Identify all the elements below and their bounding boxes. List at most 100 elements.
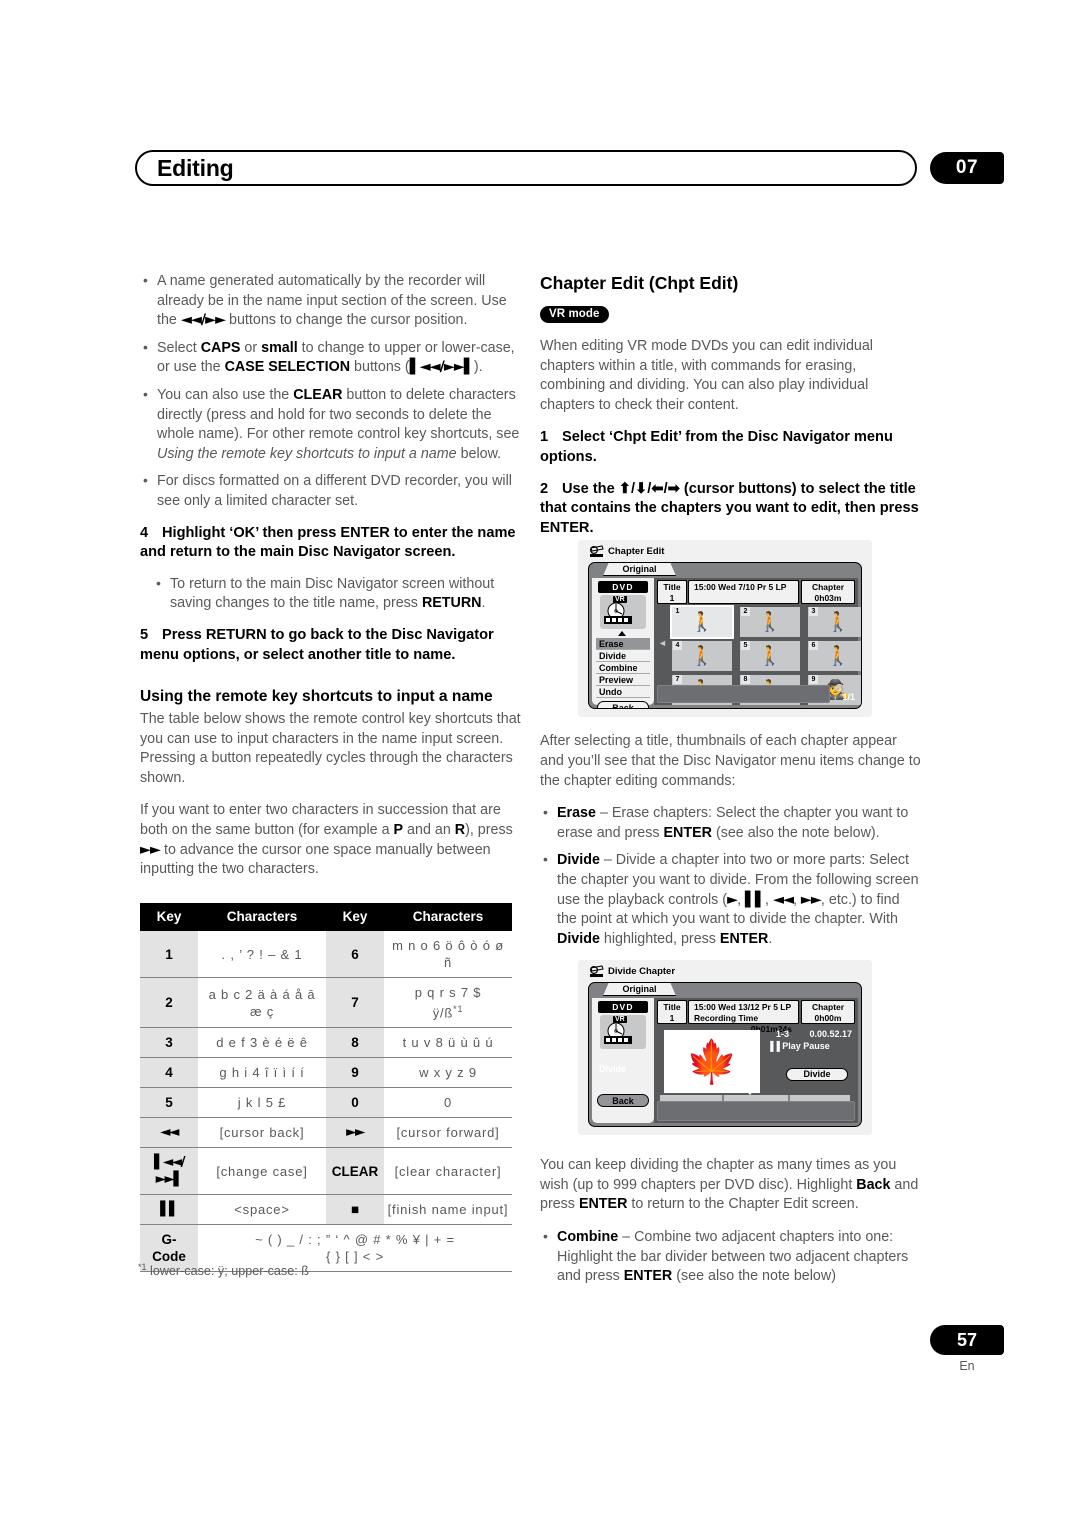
col-header-key-1: Key	[140, 903, 198, 931]
tv-frame: Original DVD VR Erase Divide Combine Pre…	[588, 562, 862, 709]
chars-cell: m n o 6 ö ô ò ó ø ñ	[384, 931, 512, 978]
page-title: Editing	[157, 155, 234, 181]
back-button[interactable]: Back	[597, 701, 649, 708]
thumbnail-2[interactable]: 2 🚶	[740, 607, 800, 637]
key-cell-cursor-forward: ►►	[326, 1117, 384, 1149]
step-2-number: 2	[540, 480, 549, 497]
step-2-text: Use the ⬆/⬇/⬅/➡ (cursor buttons) to sele…	[540, 480, 919, 536]
right-column: Chapter Edit (Chpt Edit) VR mode When ed…	[540, 272, 922, 1299]
walk-figure-icon: 🚶	[758, 645, 782, 667]
vr-disc-icon: VR	[600, 1015, 646, 1049]
chapter-label: Chapter	[811, 582, 845, 592]
chapter-number-badge: 07	[930, 152, 1004, 184]
key-cell: 4	[140, 1057, 198, 1089]
scroll-up-caret-icon[interactable]	[618, 631, 626, 636]
step-2: 2 Use the ⬆/⬇/⬅/➡ (cursor buttons) to sel…	[540, 480, 922, 539]
combine-label: Combine	[557, 1229, 619, 1246]
paragraph-table-intro: The table below shows the remote control…	[140, 711, 521, 786]
paragraph-after-selecting: After selecting a title, thumbnails of e…	[540, 733, 921, 789]
key-cell-pause: ▌▌	[140, 1194, 198, 1226]
screenshot-divide-chapter: Divide Chapter Original DVD VR Divide Ba…	[578, 960, 872, 1135]
step-4-text: Highlight ‘OK’ then press ENTER to enter…	[140, 524, 516, 561]
col-header-characters-1: Characters	[198, 903, 326, 931]
chars-cell: [change case]	[198, 1147, 326, 1196]
screenshot-title: Divide Chapter	[608, 966, 676, 977]
chars-cell: t u v 8 ü ù û ú	[384, 1027, 512, 1059]
list-item-divide: Divide – Divide a chapter into two or mo…	[540, 850, 922, 949]
step-5-text: Press RETURN to go back to the Disc Navi…	[140, 626, 494, 663]
walk-figure-icon: 🚶	[690, 645, 714, 667]
list-item: For discs formatted on a different DVD r…	[140, 471, 522, 511]
key-cell: 1	[140, 931, 198, 978]
key-cell: 5	[140, 1087, 198, 1119]
key-cell: 8	[326, 1027, 384, 1059]
page-footer: 57 En	[930, 1325, 1004, 1373]
vr-tag: VR	[613, 1016, 627, 1023]
thumbnail-5[interactable]: 5 🚶	[740, 641, 800, 671]
section-heading-chapter-edit: Chapter Edit (Chpt Edit)	[540, 273, 739, 293]
page-header: Editing 07	[135, 150, 1004, 188]
sub-heading-remote-shortcuts: Using the remote key shortcuts to input …	[140, 688, 493, 706]
menu-item-preview[interactable]: Preview	[596, 674, 650, 686]
thumbnail-3[interactable]: 3 🚶	[808, 607, 861, 637]
walk-figure-icon: 🚶	[758, 611, 782, 633]
title-label: Title	[663, 582, 681, 592]
menu-item-erase[interactable]: Erase	[596, 638, 650, 650]
col-header-key-2: Key	[326, 903, 384, 931]
tab-original[interactable]: Original	[603, 983, 676, 996]
walk-figure-icon: 🚶	[690, 611, 714, 633]
key-cell-change-case: ▌◄◄/►►▌	[140, 1147, 198, 1196]
step-4-bullets: To return to the main Disc Navigator scr…	[140, 574, 522, 614]
vr-mode-badge: VR mode	[540, 305, 609, 323]
chapter-indicator: Chapter 0h03m	[801, 580, 855, 604]
chars-cell: p q r s 7 $ ÿ/ß*1	[384, 977, 512, 1029]
page-number-badge: 57	[930, 1325, 1004, 1355]
chapter-command-list: Erase – Erase chapters: Select the chapt…	[540, 803, 922, 949]
thumbnail-6[interactable]: 6 🚶	[808, 641, 861, 671]
thumbnail-4[interactable]: 4 🚶	[672, 641, 732, 671]
timecode-display: 0.00.52.17	[809, 1029, 852, 1039]
step-1-text: Select ‘Chpt Edit’ from the Disc Navigat…	[540, 429, 893, 465]
paragraph-chapter-edit-intro: When editing VR mode DVDs you can edit i…	[540, 338, 873, 413]
thumbnail-1[interactable]: 1 🚶	[670, 605, 734, 639]
chapter-divider-bar[interactable]	[657, 685, 830, 703]
table-row: 4 g h i 4 î ï ì í í 9 w x y z 9	[140, 1057, 512, 1089]
step-5-number: 5	[140, 626, 149, 643]
step-1: 1 Select ‘Chpt Edit’ from the Disc Naviga…	[540, 428, 922, 467]
paragraph-keep-dividing: You can keep dividing the chapter as man…	[540, 1157, 919, 1213]
title-value: 1	[669, 1013, 675, 1023]
tv-frame: Original DVD VR Divide Back Title 1 15:0…	[588, 982, 862, 1127]
key-cell: 3	[140, 1027, 198, 1059]
chars-cell: 0	[384, 1087, 512, 1119]
recording-info: 15:00 Wed 7/10 Pr 5 LP	[688, 580, 799, 604]
back-button[interactable]: Back	[597, 1094, 649, 1107]
divide-button[interactable]: Divide	[786, 1068, 848, 1081]
combine-command-list: Combine – Combine two adjacent chapters …	[540, 1227, 922, 1287]
list-item: You can also use the CLEAR button to del…	[140, 385, 522, 464]
menu-item-divide[interactable]: Divide	[596, 650, 650, 662]
menu-item-divide[interactable]: Divide	[596, 1062, 654, 1076]
menu-item-combine[interactable]: Combine	[596, 662, 650, 674]
chapter-preview-image: 🍁	[664, 1030, 760, 1093]
info-bar: Title 1 15:00 Wed 7/10 Pr 5 LP Chapter 0…	[657, 580, 855, 604]
chars-cell: a b c 2 ä à á å āæ ç	[198, 977, 326, 1029]
dvd-logo: DVD	[598, 1001, 648, 1013]
content-area: Title 1 15:00 Wed 13/12 Pr 5 LP Recordin…	[654, 998, 858, 1123]
table-row: 5 j k l 5 £ 0 0	[140, 1087, 512, 1119]
recording-info: 15:00 Wed 13/12 Pr 5 LP Recording Time 0…	[688, 1000, 799, 1034]
title-value: 1	[669, 593, 675, 603]
chapter-time: 0h03m	[814, 593, 842, 603]
side-panel: DVD VR Erase Divide Combine Preview Undo…	[592, 578, 654, 708]
table-row: ◄◄ [cursor back] ►► [cursor forward]	[140, 1117, 512, 1149]
list-item: Select CAPS or small to change to upper …	[140, 338, 522, 378]
playback-state-label: ▐▐ Play Pause	[767, 1041, 830, 1051]
tab-original[interactable]: Original	[603, 563, 676, 576]
list-item-erase: Erase – Erase chapters: Select the chapt…	[540, 803, 922, 843]
chapter-range-indicator: 1-3	[776, 1029, 790, 1039]
erase-label: Erase	[557, 805, 596, 822]
key-cell: 2	[140, 977, 198, 1029]
key-cell: 9	[326, 1057, 384, 1089]
menu-item-undo[interactable]: Undo	[596, 686, 650, 698]
maple-leaf-icon: 🍁	[685, 1037, 739, 1085]
chapter-label: Chapter	[811, 1002, 845, 1012]
